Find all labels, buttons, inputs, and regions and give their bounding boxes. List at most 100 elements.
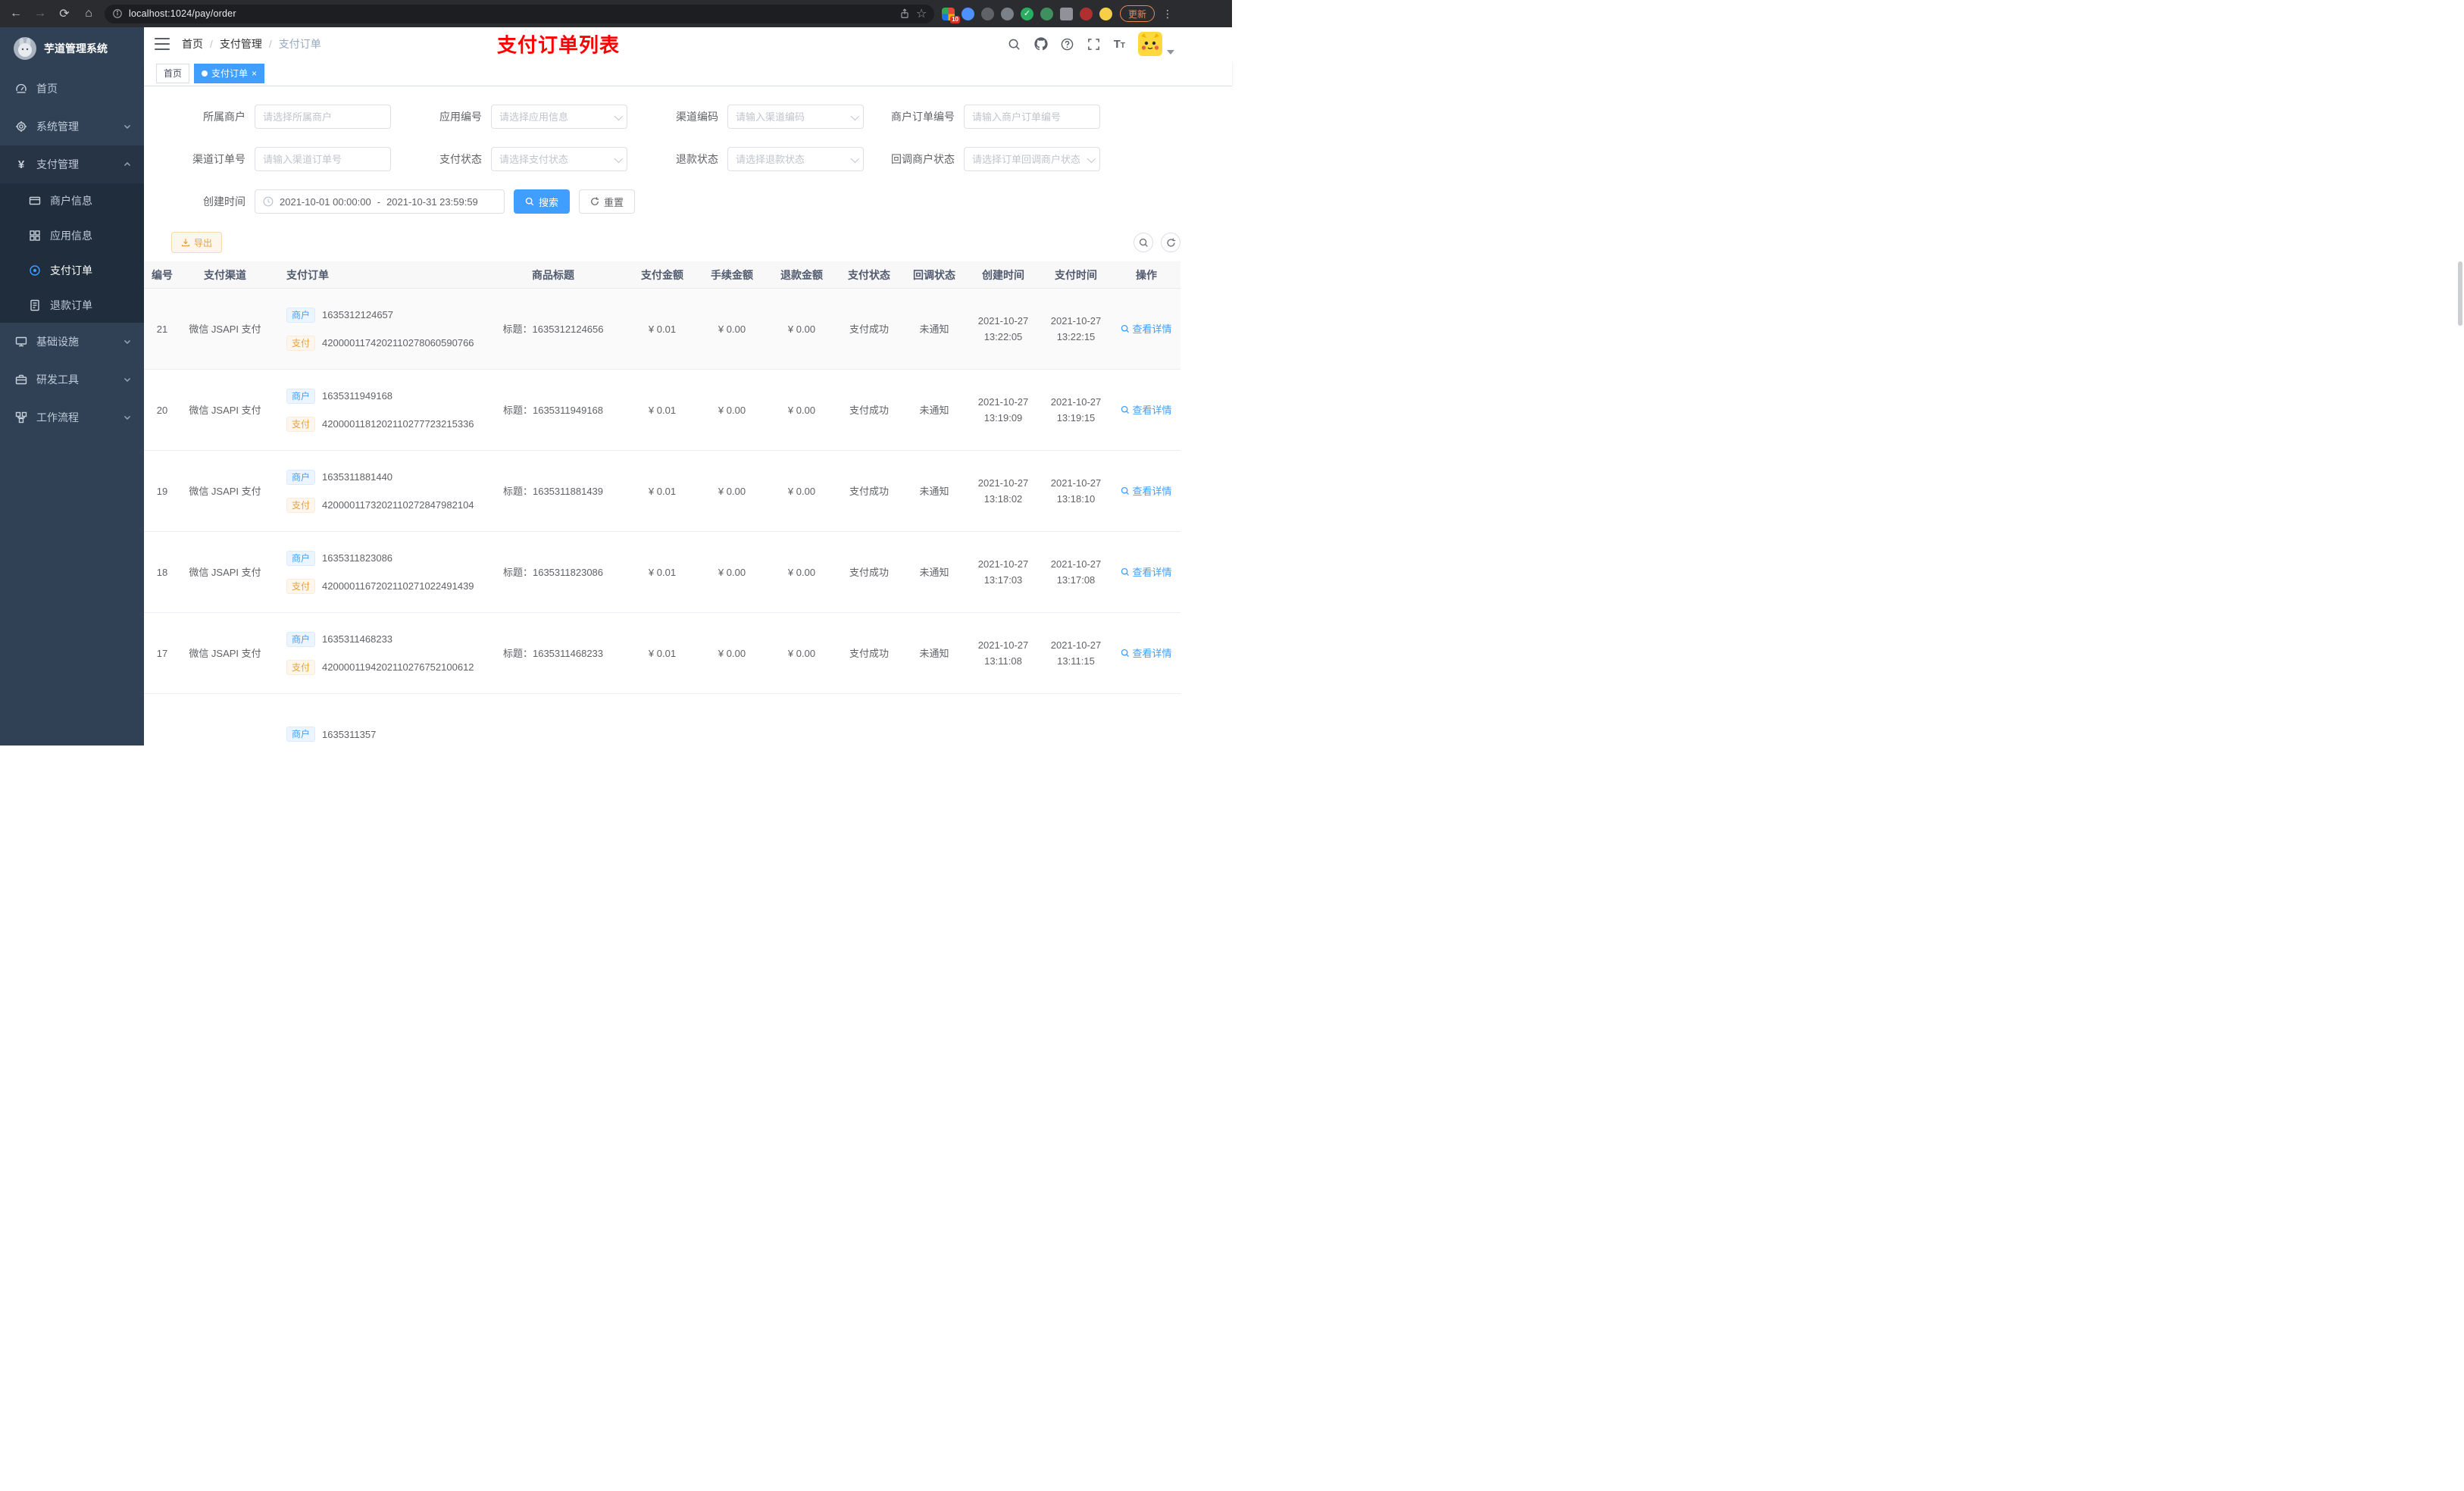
- view-detail-link[interactable]: 查看详情: [1121, 483, 1172, 499]
- extension-icon[interactable]: [1080, 7, 1093, 20]
- target-icon: [29, 264, 41, 277]
- pay-status-select[interactable]: [491, 147, 627, 171]
- date-separator: -: [377, 195, 381, 208]
- filter-label: 创建时间: [203, 195, 245, 208]
- browser-menu-icon[interactable]: ⋮: [1162, 8, 1173, 20]
- pay-order-no: 4200001167202110271022491439: [322, 580, 474, 592]
- merchant-order-no-input[interactable]: [964, 105, 1100, 129]
- tab-pay-order[interactable]: 支付订单 ×: [194, 63, 265, 83]
- view-detail-link[interactable]: 查看详情: [1121, 402, 1172, 418]
- view-detail-link[interactable]: 查看详情: [1121, 564, 1172, 580]
- cell-notify: 未通知: [919, 404, 949, 416]
- font-size-icon[interactable]: TT: [1114, 38, 1125, 51]
- sidebar-item-workflow[interactable]: 工作流程: [0, 399, 144, 436]
- cell-title: [479, 694, 627, 746]
- reload-icon[interactable]: ⟳: [56, 6, 73, 21]
- tab-home[interactable]: 首页: [156, 63, 190, 83]
- order-pay-line: 支付 4200001174202110278060590766: [286, 335, 474, 351]
- search-button[interactable]: 搜索: [514, 189, 571, 214]
- merchant-order-no: 1635311468233: [322, 633, 393, 645]
- sidebar-item-dev-tools[interactable]: 研发工具: [0, 361, 144, 399]
- export-button[interactable]: 导出: [171, 232, 223, 253]
- view-detail-link[interactable]: 查看详情: [1121, 321, 1172, 337]
- merchant-select-input[interactable]: [255, 105, 391, 129]
- cell-channel: 微信 JSAPI 支付: [189, 323, 261, 335]
- cell-pay-time: 2021-10-27 13:22:15: [1050, 315, 1102, 342]
- export-button-label: 导出: [194, 237, 213, 248]
- site-info-icon[interactable]: [112, 8, 123, 19]
- bookmark-star-icon[interactable]: ☆: [916, 6, 927, 21]
- breadcrumb-separator: /: [210, 38, 213, 50]
- user-menu[interactable]: [1138, 32, 1174, 56]
- cell-pay-time: 2021-10-27 13:11:15: [1050, 639, 1102, 667]
- sidebar-item-system[interactable]: 系统管理: [0, 108, 144, 145]
- notify-status-select[interactable]: [964, 147, 1100, 171]
- sidebar-item-label: 退款订单: [50, 299, 92, 311]
- cell-id: 18: [156, 566, 168, 578]
- extension-icon[interactable]: ✓: [1021, 7, 1033, 20]
- table-search-toggle-icon[interactable]: [1134, 233, 1153, 252]
- table-refresh-icon[interactable]: [1161, 233, 1180, 252]
- breadcrumb-home[interactable]: 首页: [182, 36, 203, 52]
- browser-update-button[interactable]: 更新: [1120, 5, 1155, 22]
- col-header-title: 商品标题: [532, 268, 574, 281]
- back-icon[interactable]: ←: [8, 7, 24, 20]
- view-detail-link[interactable]: 查看详情: [1121, 645, 1172, 661]
- user-avatar[interactable]: [1138, 32, 1162, 56]
- breadcrumb-pay-manage[interactable]: 支付管理: [220, 36, 262, 52]
- create-time-range-picker[interactable]: 2021-10-01 00:00:00 - 2021-10-31 23:59:5…: [255, 189, 505, 214]
- sidebar-item-home[interactable]: 首页: [0, 70, 144, 108]
- extension-icon[interactable]: [1001, 7, 1014, 20]
- cell-notify: 未通知: [919, 485, 949, 497]
- github-icon[interactable]: [1034, 37, 1048, 51]
- cell-pay-time: 2021-10-27 13:19:15: [1050, 396, 1102, 424]
- extension-icon[interactable]: [962, 7, 974, 20]
- cell-title: 标题：1635311468233: [502, 647, 604, 659]
- page-scrollbar[interactable]: [2458, 261, 2462, 326]
- help-icon[interactable]: [1061, 37, 1074, 51]
- sidebar-toggle-icon[interactable]: [155, 38, 170, 50]
- cell-notify: [902, 694, 967, 746]
- cell-fee: ¥ 0.00: [718, 404, 746, 416]
- cell-status: [836, 694, 902, 746]
- channel-order-no-input[interactable]: [255, 147, 391, 171]
- clock-icon: [263, 196, 274, 207]
- sidebar-item-refund-order[interactable]: 退款订单: [0, 288, 144, 323]
- app-id-select[interactable]: [491, 105, 627, 129]
- sidebar-item-merchant-info[interactable]: 商户信息: [0, 183, 144, 218]
- search-icon[interactable]: [1008, 37, 1021, 51]
- col-header-id: 编号: [152, 268, 173, 281]
- sidebar-item-pay[interactable]: ¥ 支付管理: [0, 145, 144, 183]
- cell-order: 商户 1635311468233 支付 42000011942021102767…: [270, 613, 479, 693]
- pin-extensions-icon[interactable]: [1060, 7, 1073, 20]
- cell-order: 商户 1635311881440 支付 42000011732021102728…: [270, 451, 479, 531]
- share-icon[interactable]: [899, 8, 910, 19]
- app-logo[interactable]: 芋道管理系统: [0, 27, 144, 70]
- sidebar-item-infra[interactable]: 基础设施: [0, 323, 144, 361]
- home-icon[interactable]: ⌂: [80, 7, 97, 20]
- channel-code-select[interactable]: [727, 105, 864, 129]
- merchant-order-no: 1635312124657: [322, 309, 394, 320]
- cell-title: 标题：1635312124656: [502, 323, 604, 335]
- cell-actions: 查看详情: [1112, 451, 1180, 531]
- fullscreen-icon[interactable]: [1087, 37, 1101, 51]
- extension-icon[interactable]: 10: [942, 7, 960, 23]
- profile-avatar-icon[interactable]: [1099, 7, 1112, 20]
- extension-icon[interactable]: [1040, 7, 1053, 20]
- close-icon[interactable]: ×: [252, 69, 257, 78]
- reset-button[interactable]: 重置: [579, 189, 636, 214]
- table-row: 19 微信 JSAPI 支付 商户 1635311881440 支付 42000…: [144, 451, 1180, 532]
- cell-fee: [697, 694, 767, 746]
- cell-title: 标题：1635311823086: [502, 566, 604, 578]
- extension-icon[interactable]: [981, 7, 994, 20]
- sidebar-item-pay-order[interactable]: 支付订单: [0, 253, 144, 288]
- forward-icon[interactable]: →: [32, 7, 48, 20]
- refund-status-select[interactable]: [727, 147, 864, 171]
- chevron-down-icon: [123, 413, 132, 422]
- pay-tag: 支付: [286, 335, 316, 351]
- cell-refund: ¥ 0.00: [787, 323, 816, 335]
- sidebar-item-app-info[interactable]: 应用信息: [0, 218, 144, 253]
- pay-submenu: 商户信息 应用信息 支付订单 退款订单: [0, 183, 144, 323]
- address-bar[interactable]: localhost:1024/pay/order ☆: [105, 4, 934, 23]
- tab-label: 支付订单: [211, 67, 249, 79]
